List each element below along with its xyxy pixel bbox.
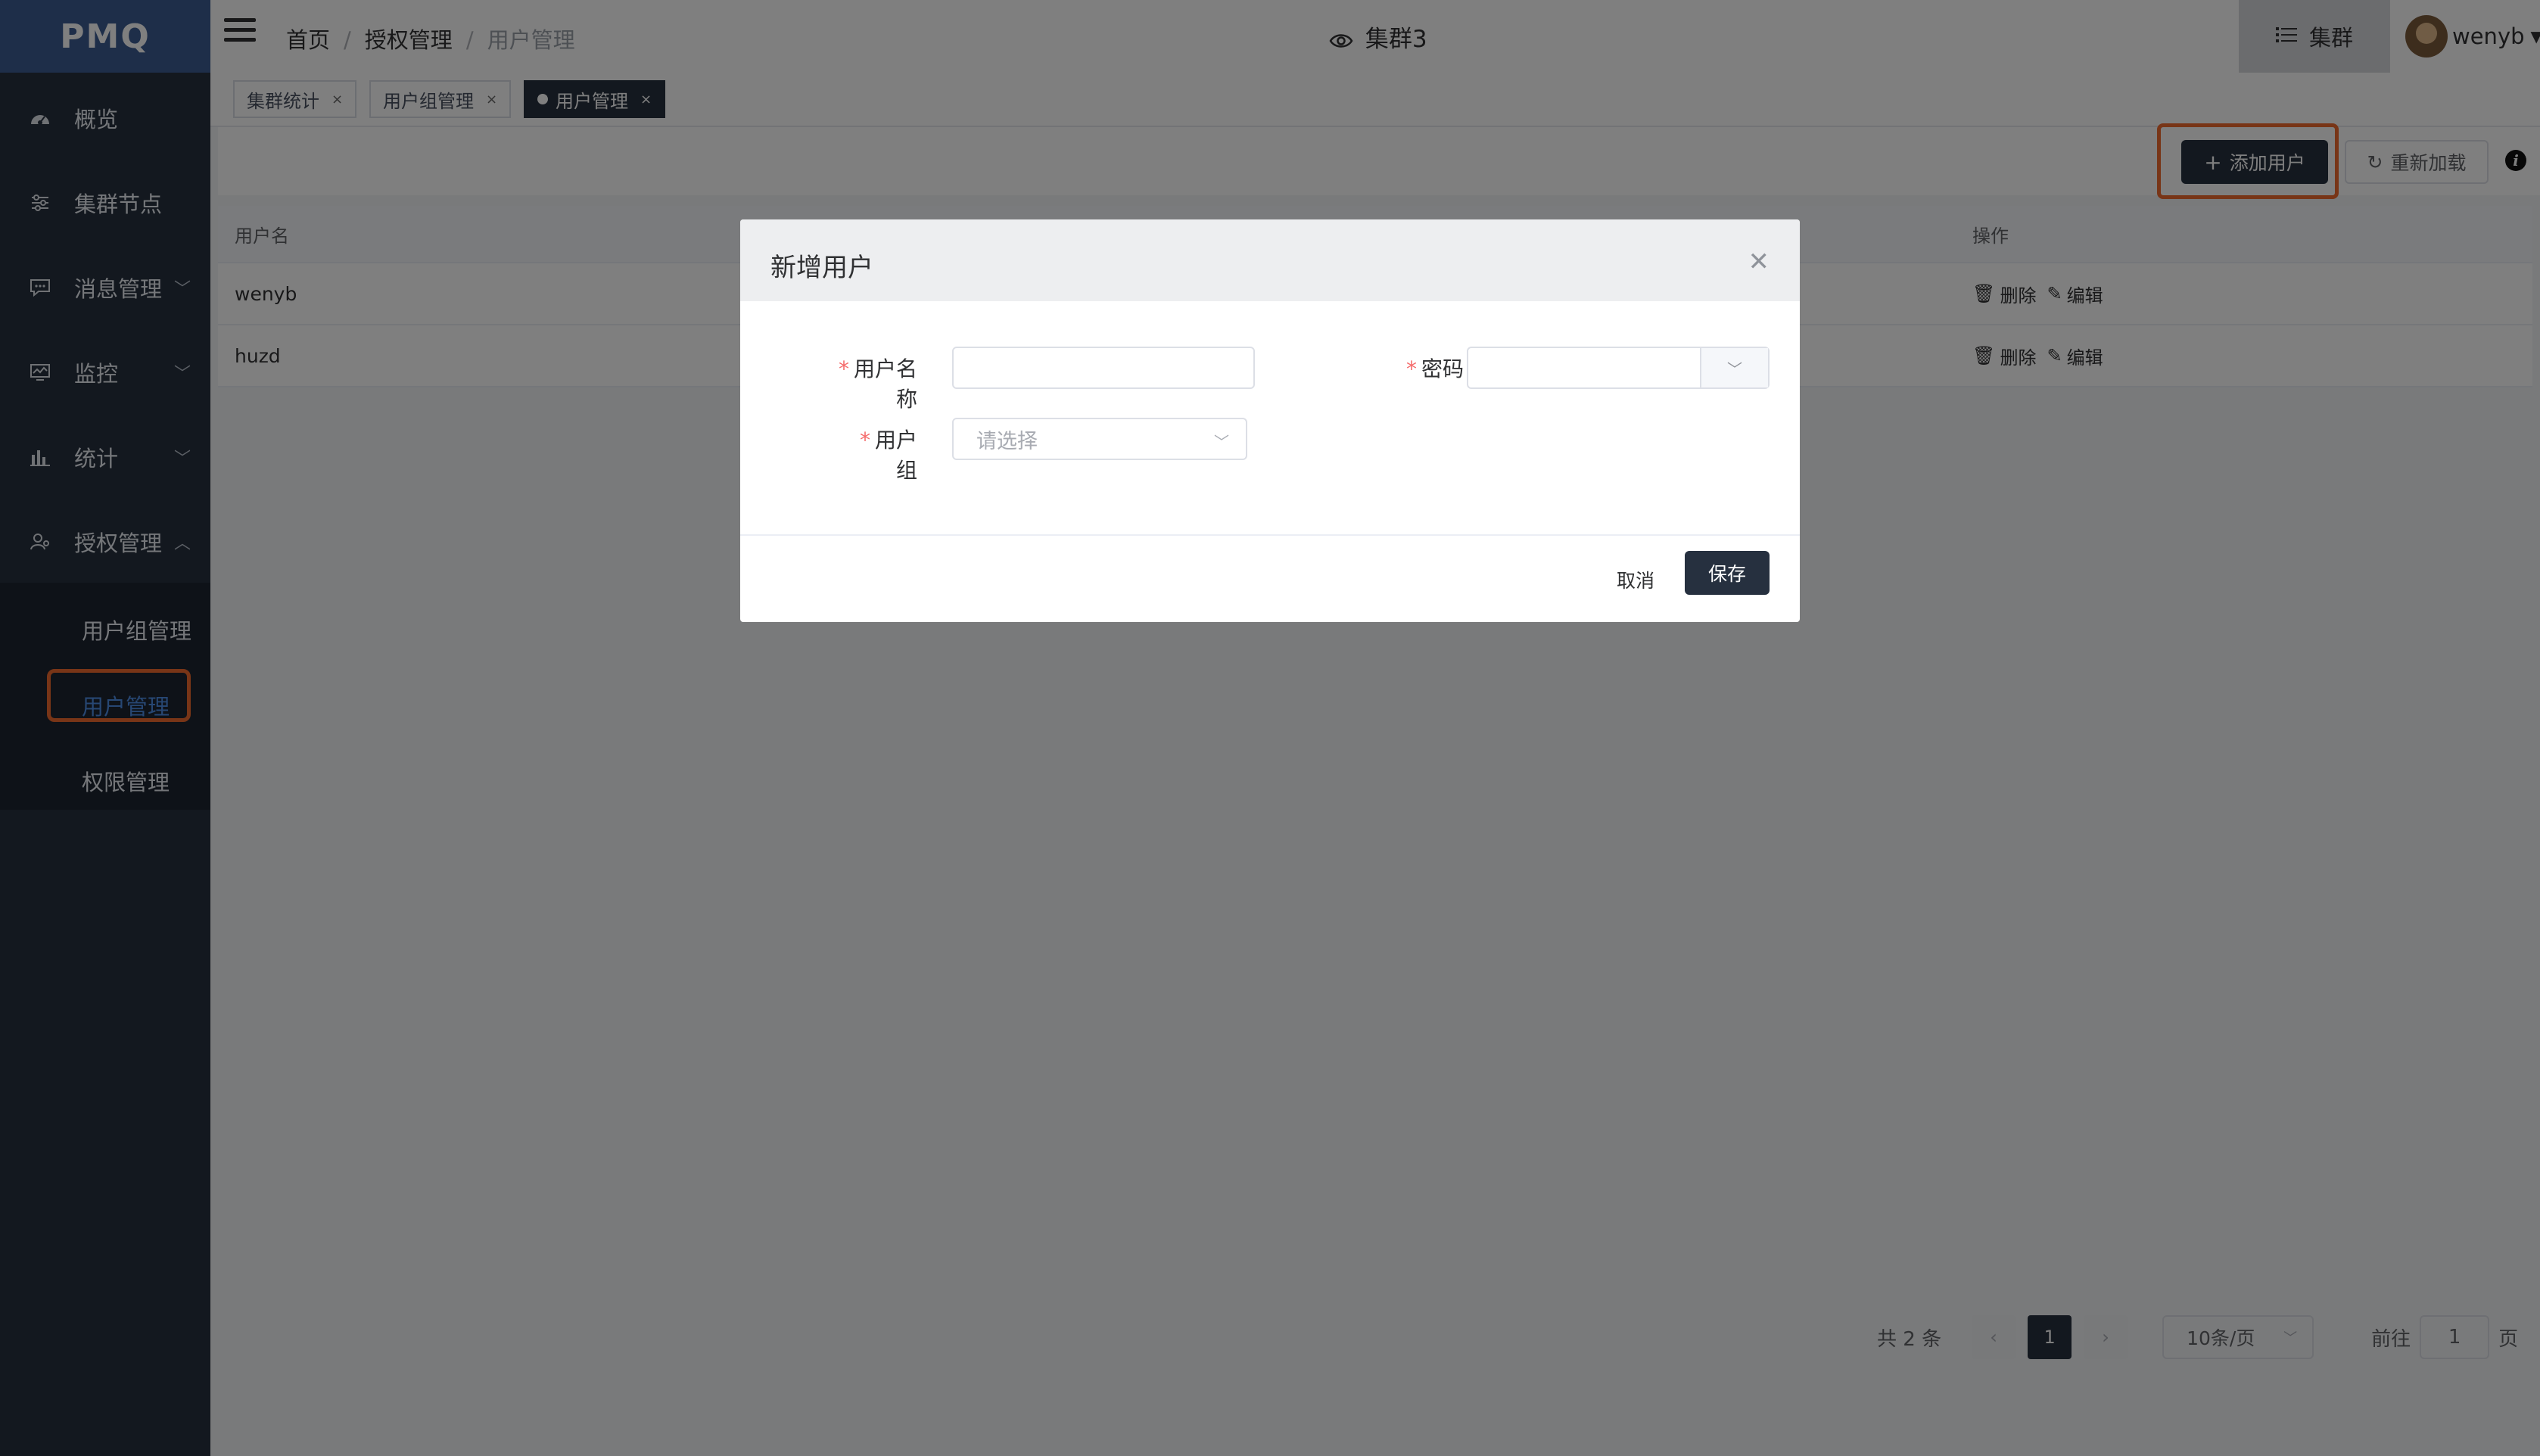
required-mark: *: [1405, 356, 1417, 381]
username-input[interactable]: [952, 347, 1255, 389]
dialog-header: 新增用户 ✕: [740, 219, 1800, 301]
cancel-button[interactable]: 取消: [1617, 558, 1654, 601]
password-input[interactable]: ﹀: [1467, 347, 1770, 389]
modal-overlay[interactable]: [0, 0, 2540, 1456]
group-select[interactable]: 请选择 ﹀: [952, 418, 1247, 460]
password-label: * 密码: [1405, 356, 1464, 381]
add-user-dialog: 新增用户 ✕ * 用户名称 * 密码 ﹀ * 用户组 请选择 ﹀ 取消 保存: [740, 219, 1800, 622]
dialog-title: 新增用户: [770, 253, 873, 283]
dialog-footer: 取消 保存: [740, 534, 1800, 622]
eye-closed-icon[interactable]: ﹀: [1700, 348, 1768, 387]
required-mark: *: [838, 356, 849, 381]
required-mark: *: [859, 428, 870, 453]
save-button[interactable]: 保存: [1685, 551, 1770, 595]
group-label: * 用户组: [859, 428, 917, 483]
chevron-down-icon: ﹀: [1214, 433, 1229, 451]
close-icon[interactable]: ✕: [1748, 247, 1770, 277]
username-label: * 用户名称: [838, 356, 917, 412]
